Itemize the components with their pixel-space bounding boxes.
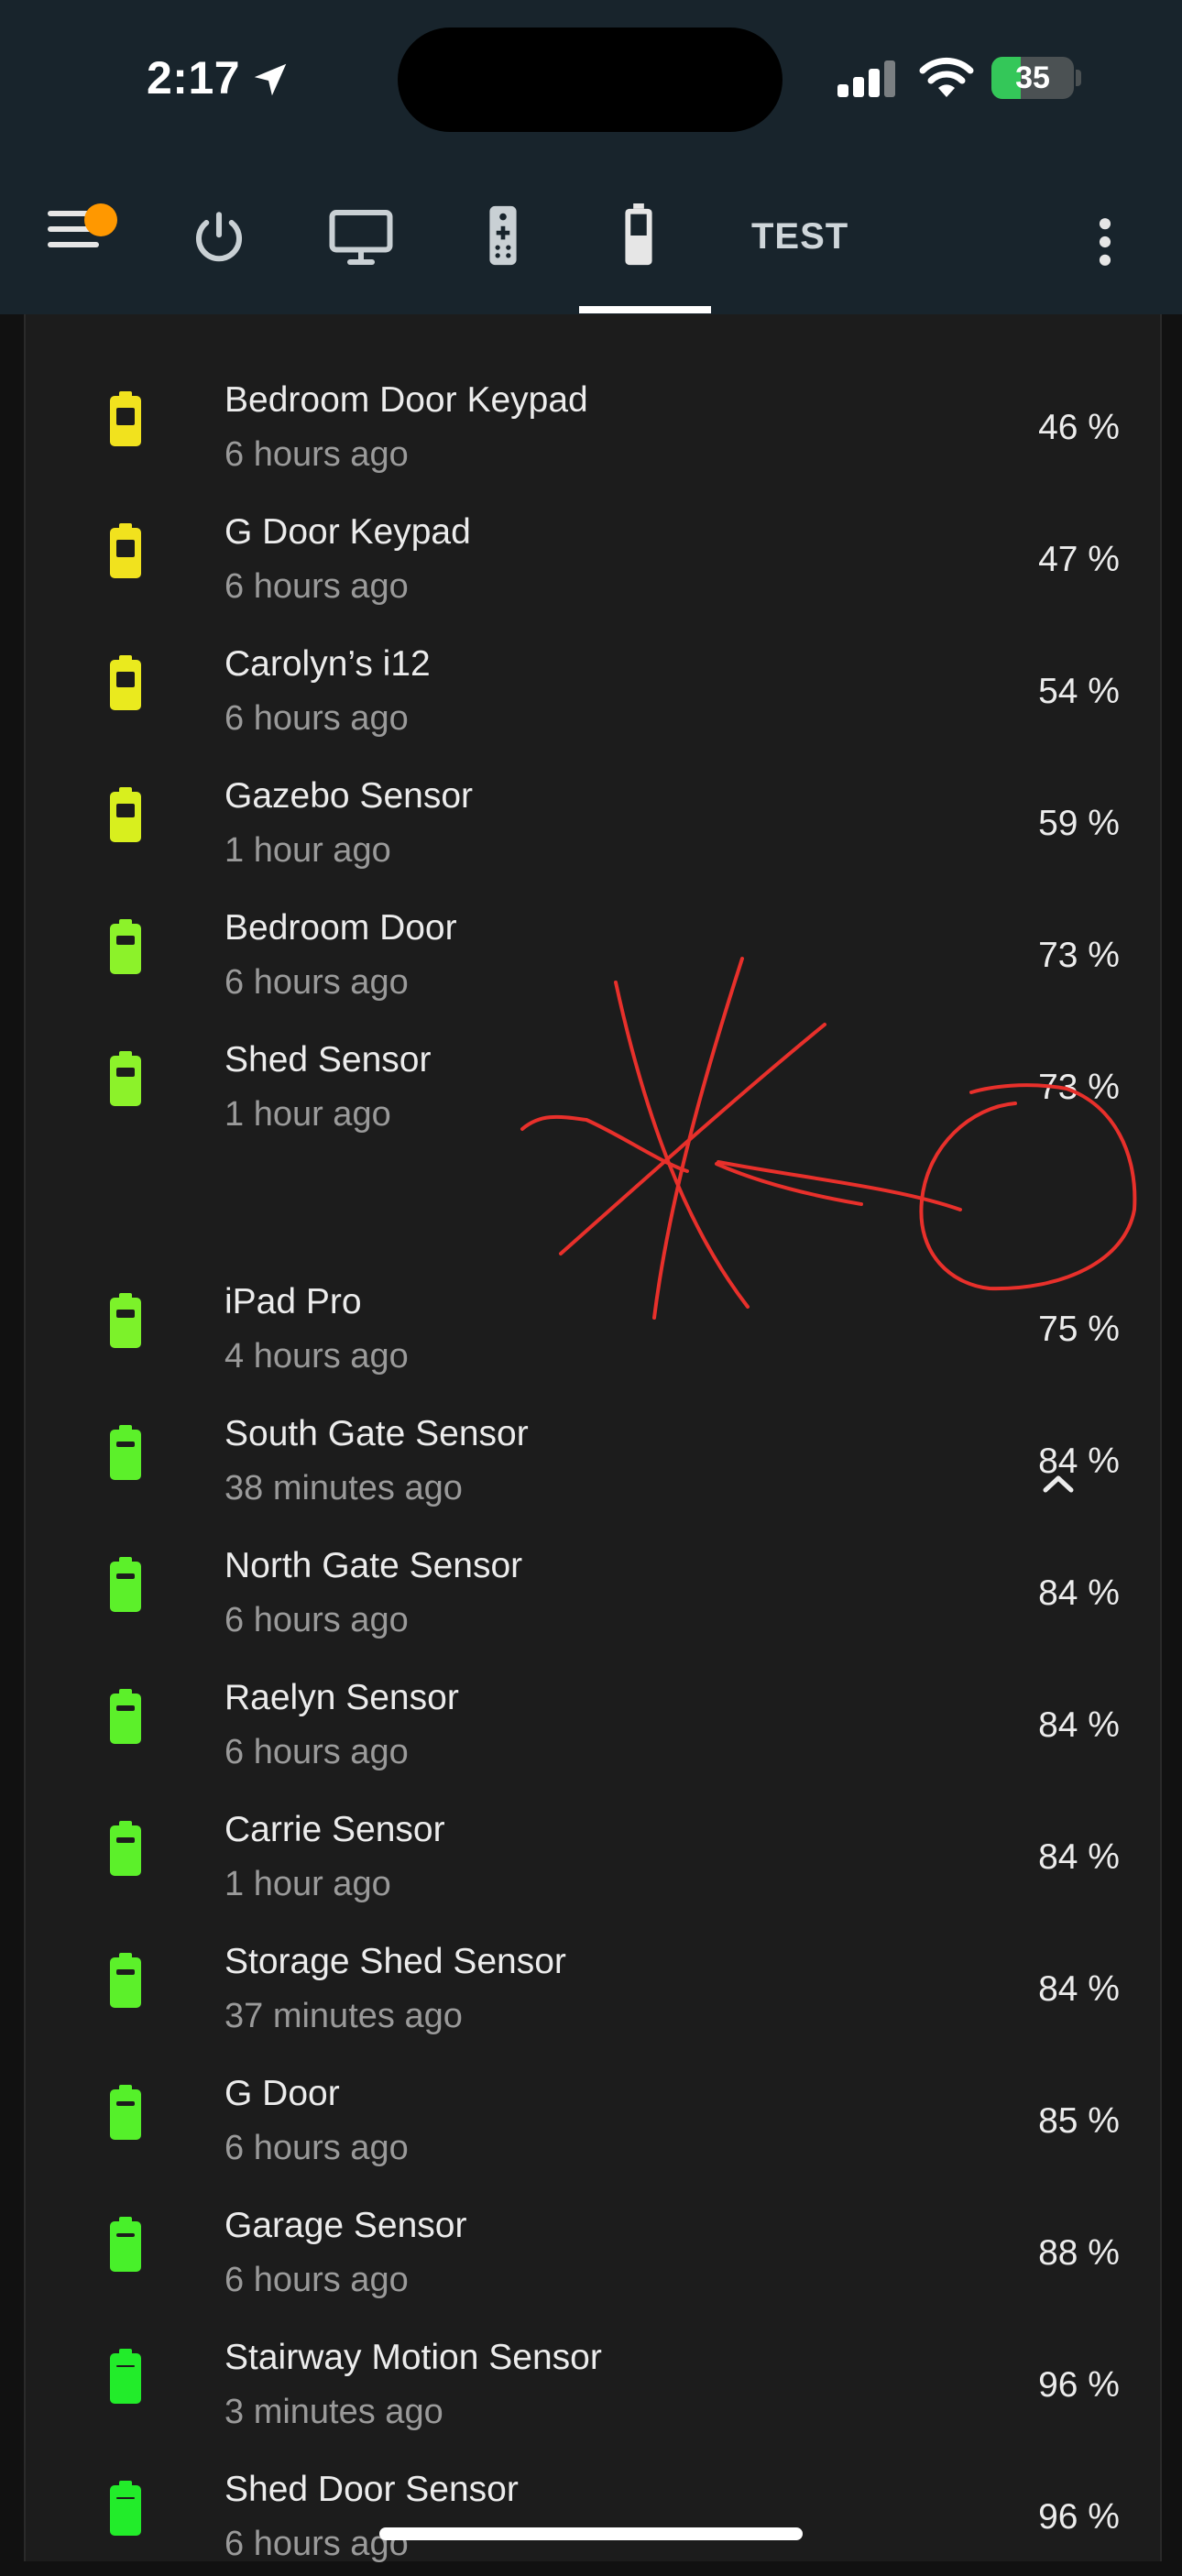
device-battery-nub: [1076, 70, 1081, 86]
active-tab-indicator: [579, 306, 711, 313]
device-last-updated: 3 minutes ago: [224, 2393, 443, 2431]
battery-level-icon: [110, 1051, 141, 1106]
device-name: Carolyn’s i12: [224, 644, 431, 684]
device-row[interactable]: Garage Sensor 6 hours ago 88 %: [26, 2180, 1160, 2312]
device-row[interactable]: Carrie Sensor 1 hour ago 84 %: [26, 1784, 1160, 1916]
device-battery-level: 96 %: [1038, 2497, 1120, 2537]
battery-level-icon: [110, 787, 141, 842]
device-name: Storage Shed Sensor: [224, 1942, 566, 1981]
device-last-updated: 38 minutes ago: [224, 1469, 463, 1507]
cellular-signal-icon: [837, 60, 895, 97]
device-row[interactable]: Bedroom Door Keypad 6 hours ago 46 %: [26, 355, 1160, 487]
battery-level-icon: [110, 391, 141, 446]
more-vertical-icon[interactable]: [1096, 216, 1114, 268]
device-battery-level: 84 %: [1038, 1573, 1120, 1613]
device-battery-level: 84 %: [1038, 1969, 1120, 2009]
device-name: Gazebo Sensor: [224, 776, 474, 816]
status-time: 2:17: [147, 52, 241, 104]
device-last-updated: 1 hour ago: [224, 1865, 391, 1903]
power-icon[interactable]: [189, 207, 249, 268]
device-name: iPad Pro: [224, 1282, 362, 1321]
device-battery-level: 85 %: [1038, 2101, 1120, 2141]
device-last-updated: 6 hours ago: [224, 699, 409, 738]
device-last-updated: 1 hour ago: [224, 831, 391, 870]
device-battery-level: 46 %: [1038, 408, 1120, 447]
device-row[interactable]: Bedroom Door 6 hours ago 73 %: [26, 882, 1160, 1014]
device-battery-level: 75 %: [1038, 1310, 1120, 1349]
battery-level-icon: [110, 1293, 141, 1348]
device-battery-level: 84 %: [1038, 1837, 1120, 1877]
device-battery-level: 54 %: [1038, 672, 1120, 711]
device-battery-indicator: 35: [991, 57, 1074, 99]
device-row[interactable]: Shed Door Sensor 6 hours ago 96 %: [26, 2444, 1160, 2576]
device-last-updated: 6 hours ago: [224, 435, 409, 474]
device-last-updated: 6 hours ago: [224, 1601, 409, 1639]
device-name: Garage Sensor: [224, 2206, 467, 2245]
device-row[interactable]: Carolyn’s i12 6 hours ago 54 %: [26, 619, 1160, 751]
battery-level-icon: [110, 1425, 141, 1480]
device-last-updated: 6 hours ago: [224, 963, 409, 1002]
battery-level-icon: [110, 1953, 141, 2008]
device-name: Carrie Sensor: [224, 1810, 445, 1849]
battery-level-icon: [110, 2481, 141, 2536]
dynamic-island: [398, 27, 783, 132]
device-battery-level: 84 %: [1038, 1441, 1120, 1481]
battery-icon[interactable]: [621, 203, 656, 268]
device-name: North Gate Sensor: [224, 1546, 523, 1585]
device-name: Shed Door Sensor: [224, 2470, 519, 2509]
battery-level-icon: [110, 523, 141, 578]
device-name: South Gate Sensor: [224, 1414, 529, 1453]
device-row[interactable]: Storage Shed Sensor 37 minutes ago 84 %: [26, 1916, 1160, 2048]
device-row[interactable]: Raelyn Sensor 6 hours ago 84 %: [26, 1652, 1160, 1784]
device-row[interactable]: G Door Keypad 6 hours ago 47 %: [26, 487, 1160, 619]
device-last-updated: 6 hours ago: [224, 2261, 409, 2299]
device-last-updated: 37 minutes ago: [224, 1997, 463, 2035]
battery-level-icon: [110, 1689, 141, 1744]
monitor-icon[interactable]: [328, 207, 394, 268]
device-row[interactable]: Gazebo Sensor 1 hour ago 59 %: [26, 751, 1160, 882]
tab-test[interactable]: TEST: [751, 216, 848, 258]
device-last-updated: 6 hours ago: [224, 2129, 409, 2167]
device-row[interactable]: G Door 6 hours ago 85 %: [26, 2048, 1160, 2180]
device-row[interactable]: South Gate Sensor 38 minutes ago 84 %: [26, 1388, 1160, 1520]
device-name: Shed Sensor: [224, 1040, 432, 1080]
device-battery-level: 73 %: [1038, 936, 1120, 975]
device-battery-level: 73 %: [1038, 1068, 1120, 1107]
notification-dot: [84, 203, 117, 236]
location-arrow-icon: [254, 63, 287, 96]
device-last-updated: 6 hours ago: [224, 567, 409, 606]
battery-level-icon: [110, 655, 141, 710]
device-row[interactable]: North Gate Sensor 6 hours ago 84 %: [26, 1520, 1160, 1652]
device-battery-level: 96 %: [1038, 2365, 1120, 2405]
device-name: Bedroom Door Keypad: [224, 380, 588, 420]
device-battery-level: 47 %: [1038, 540, 1120, 579]
wifi-icon: [919, 57, 974, 97]
battery-list-card: Bedroom Door Keypad 6 hours ago 46 % G Door…: [24, 314, 1162, 2563]
device-battery-level: 59 %: [1038, 804, 1120, 843]
battery-level-icon: [110, 919, 141, 974]
device-row[interactable]: Stairway Motion Sensor 3 minutes ago 96 %: [26, 2312, 1160, 2444]
battery-level-icon: [110, 1821, 141, 1876]
device-last-updated: 6 hours ago: [224, 1733, 409, 1771]
device-row[interactable]: iPad Pro 4 hours ago 75 %: [26, 1256, 1160, 1388]
home-indicator: [379, 2527, 803, 2540]
device-name: Bedroom Door: [224, 908, 457, 948]
device-row[interactable]: Shed Sensor 1 hour ago 73 %: [26, 1014, 1160, 1146]
device-name: G Door: [224, 2074, 340, 2113]
device-last-updated: 4 hours ago: [224, 1337, 409, 1376]
device-battery-percent: 35: [1015, 60, 1050, 95]
device-battery-level: 88 %: [1038, 2233, 1120, 2273]
device-name: Stairway Motion Sensor: [224, 2338, 602, 2377]
device-name: G Door Keypad: [224, 512, 471, 552]
battery-level-icon: [110, 1557, 141, 1612]
device-battery-level: 84 %: [1038, 1705, 1120, 1745]
battery-level-icon: [110, 2085, 141, 2140]
device-last-updated: 1 hour ago: [224, 1095, 391, 1134]
device-name: Raelyn Sensor: [224, 1678, 459, 1717]
battery-level-icon: [110, 2217, 141, 2272]
remote-control-icon[interactable]: [486, 203, 520, 268]
battery-level-icon: [110, 2349, 141, 2404]
